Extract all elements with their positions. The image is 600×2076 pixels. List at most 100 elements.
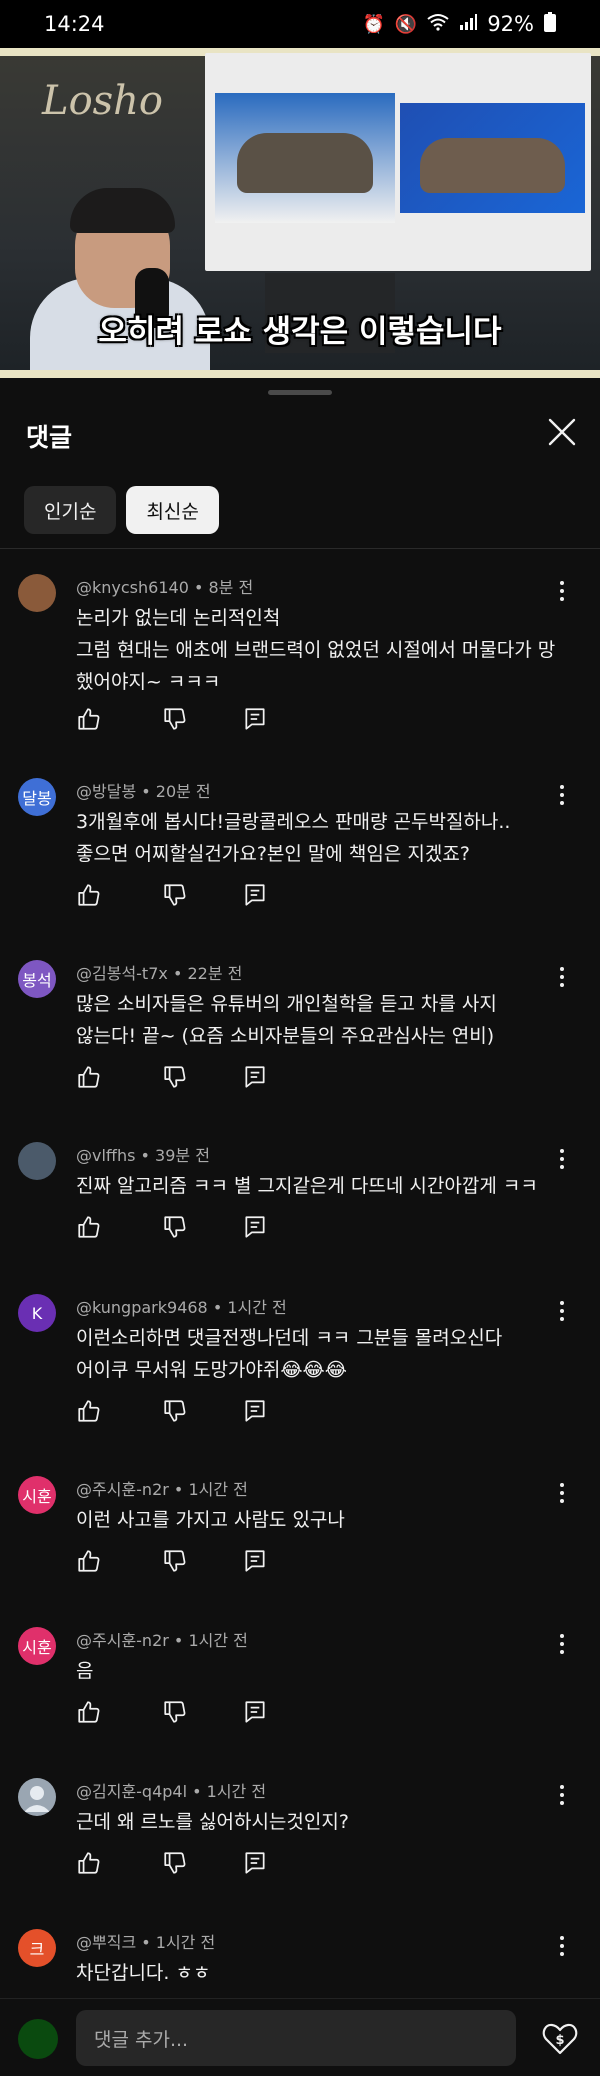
more-button[interactable] [552, 962, 572, 992]
like-icon [78, 1550, 100, 1572]
more-button[interactable] [552, 780, 572, 810]
avatar[interactable]: K [18, 1294, 56, 1332]
comment-text: 차단갑니다. ㅎㅎ [76, 1962, 211, 1984]
more-button[interactable] [552, 1478, 572, 1508]
more-button[interactable] [552, 1144, 572, 1174]
avatar[interactable]: 봉석 [18, 960, 56, 998]
more-button[interactable] [552, 1780, 572, 1810]
reply-icon [245, 1550, 265, 1572]
comment-author[interactable]: @방달봉 • 20분 전 [76, 778, 211, 802]
like-button[interactable] [76, 1064, 106, 1094]
dislike-button[interactable] [162, 1699, 192, 1729]
super-thanks-button[interactable]: $ [540, 2019, 580, 2059]
comment-item: K @kungpark9468 • 1시간 전 이런소리하면 댓글전쟁나던데 ㅋ… [0, 1286, 600, 1436]
dislike-icon [164, 1400, 186, 1422]
reply-button[interactable] [242, 1214, 272, 1244]
comment-item: @vlffhs • 39분 전 진짜 알고리즘 ㅋㅋ 별 그지같은게 다뜨네 시… [0, 1134, 600, 1254]
like-icon [78, 1701, 100, 1723]
channel-logo: Losho [42, 78, 164, 124]
comment-actions [76, 1699, 276, 1729]
comment-author[interactable]: @주시훈-n2r • 1시간 전 [76, 1476, 248, 1500]
comment-author[interactable]: @김봉석-t7x • 22분 전 [76, 960, 242, 984]
comment-item: 시훈 @주시훈-n2r • 1시간 전 이런 사고를 가지고 사람도 있구나 [0, 1468, 600, 1588]
comment-author[interactable]: @kungpark9468 • 1시간 전 [76, 1294, 287, 1318]
dislike-button[interactable] [162, 1398, 192, 1428]
add-comment-input[interactable]: 댓글 추가... [76, 2010, 516, 2066]
comment-item: 달봉 @방달봉 • 20분 전 3개월후에 봅시다!글랑콜레오스 판매량 곤두박… [0, 770, 600, 920]
reply-button[interactable] [242, 1064, 272, 1094]
dislike-button[interactable] [162, 1064, 192, 1094]
reply-button[interactable] [242, 1850, 272, 1880]
battery-level: 92% [487, 12, 534, 36]
dislike-icon [164, 708, 186, 730]
reply-button[interactable] [242, 882, 272, 912]
drag-handle[interactable] [268, 390, 332, 395]
avatar[interactable]: 달봉 [18, 778, 56, 816]
more-button[interactable] [552, 1629, 572, 1659]
like-button[interactable] [76, 1214, 106, 1244]
video-player[interactable]: Losho 오히려 로쇼 생각은 이렇습니다 [0, 48, 600, 378]
comment-author[interactable]: @주시훈-n2r • 1시간 전 [76, 1627, 248, 1651]
comment-actions [76, 1064, 276, 1094]
reply-button[interactable] [242, 1548, 272, 1578]
like-icon [78, 1400, 100, 1422]
comment-text: 논리가 없는데 논리적인척 그럼 현대는 애초에 브랜드력이 없었던 시절에서 … [76, 607, 556, 693]
comment-author[interactable]: @김지훈-q4p4l • 1시간 전 [76, 1778, 266, 1802]
comment-text: 이런 사고를 가지고 사람도 있구나 [76, 1509, 345, 1531]
avatar[interactable]: 시훈 [18, 1476, 56, 1514]
reply-icon [245, 1400, 265, 1422]
alarm-icon: ⏰ [362, 13, 385, 35]
like-button[interactable] [76, 1850, 106, 1880]
like-button[interactable] [76, 882, 106, 912]
chip-newest[interactable]: 최신순 [126, 486, 219, 534]
comment-author[interactable]: @뿌직크 • 1시간 전 [76, 1929, 215, 1953]
comment-text: 3개월후에 봅시다!글랑콜레오스 판매량 곤두박질하나.. 좋으면 어찌할실건가… [76, 811, 511, 865]
comment-text: 음 [76, 1660, 94, 1682]
close-button[interactable] [544, 414, 580, 450]
like-icon [78, 708, 100, 730]
sort-chips: 인기순 최신순 [24, 486, 219, 534]
comment-actions [76, 882, 276, 912]
avatar[interactable] [18, 1142, 56, 1180]
comment-actions [76, 1850, 276, 1880]
like-button[interactable] [76, 706, 106, 736]
reply-button[interactable] [242, 706, 272, 736]
dislike-icon [164, 1701, 186, 1723]
status-bar: 14:24 ⏰ 🔇 92% [0, 0, 600, 48]
dislike-button[interactable] [162, 1548, 192, 1578]
reply-icon [245, 1216, 265, 1238]
like-button[interactable] [76, 1699, 106, 1729]
dislike-button[interactable] [162, 882, 192, 912]
default-avatar-icon [24, 1786, 50, 1812]
car-image-right [400, 103, 585, 213]
reply-button[interactable] [242, 1398, 272, 1428]
like-button[interactable] [76, 1548, 106, 1578]
my-avatar[interactable] [18, 2019, 58, 2059]
more-button[interactable] [552, 576, 572, 606]
more-button[interactable] [552, 1296, 572, 1326]
like-icon [78, 884, 100, 906]
comments-sheet: 댓글 인기순 최신순 @knycsh6140 • 8분 전 논리가 없는데 논리… [0, 378, 600, 2076]
avatar[interactable] [18, 574, 56, 612]
reply-icon [245, 708, 265, 730]
avatar[interactable] [18, 1778, 56, 1816]
reply-button[interactable] [242, 1699, 272, 1729]
dislike-button[interactable] [162, 1850, 192, 1880]
comment-item: @김지훈-q4p4l • 1시간 전 근데 왜 르노를 싫어하시는것인지? [0, 1770, 600, 1890]
more-button[interactable] [552, 1931, 572, 1961]
chip-popular[interactable]: 인기순 [24, 486, 117, 534]
sheet-title: 댓글 [26, 423, 73, 452]
comment-item: 시훈 @주시훈-n2r • 1시간 전 음 [0, 1619, 600, 1739]
comment-author[interactable]: @knycsh6140 • 8분 전 [76, 574, 253, 598]
comment-author[interactable]: @vlffhs • 39분 전 [76, 1142, 210, 1166]
comment-item: 봉석 @김봉석-t7x • 22분 전 많은 소비자들은 유튜버의 개인철학을 … [0, 952, 600, 1102]
dislike-button[interactable] [162, 1214, 192, 1244]
comment-text: 이런소리하면 댓글전쟁나던데 ㅋㅋ 그분들 몰려오신다 어이쿠 무서워 도망가야… [76, 1327, 503, 1381]
dislike-button[interactable] [162, 706, 192, 736]
like-button[interactable] [76, 1398, 106, 1428]
avatar[interactable]: 시훈 [18, 1627, 56, 1665]
car-image-left [215, 93, 395, 223]
comment-actions [76, 1214, 276, 1244]
reply-icon [245, 884, 265, 906]
avatar[interactable]: 크 [18, 1929, 56, 1967]
